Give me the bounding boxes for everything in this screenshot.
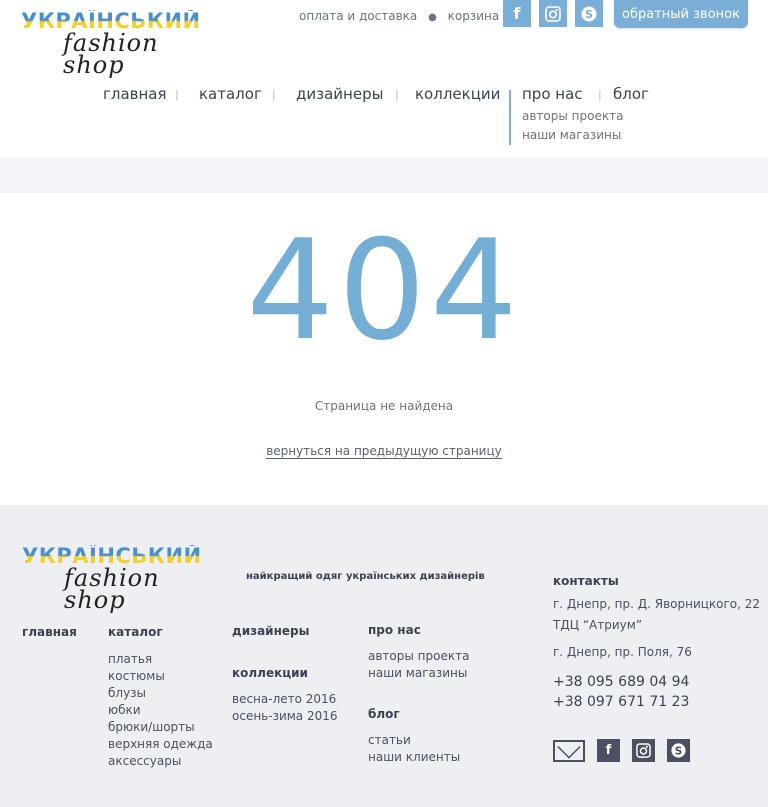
instagram-icon[interactable] [539, 0, 567, 27]
footer-link[interactable]: наши клиенты [368, 749, 469, 766]
facebook-icon[interactable]: f [503, 0, 531, 27]
contacts-heading: контакты [553, 574, 619, 588]
submenu-item-stores[interactable]: наши магазины [522, 126, 623, 145]
footer-link[interactable]: наши магазины [368, 665, 469, 682]
footer-link[interactable]: юбки [108, 702, 213, 719]
nav-separator: | [175, 88, 179, 101]
site-logo[interactable]: УКРАЇНСЬКИЙ fashion shop [21, 10, 221, 77]
skype-icon[interactable]: S [667, 739, 690, 762]
nav-item-home[interactable]: главная [103, 85, 167, 103]
footer-contacts: контакты г. Днепр, пр. Д. Яворницкого, 2… [553, 571, 760, 712]
error-section: 404 Страница не найдена вернуться на пре… [0, 193, 768, 505]
footer-tagline: найкращий одяг українських дизайнерів [246, 571, 485, 582]
footer-heading-designers[interactable]: дизайнеры [232, 623, 338, 640]
contact-address: г. Днепр, пр. Поля, 76 [553, 645, 692, 659]
footer-logo[interactable]: УКРАЇНСЬКИЙ fashion shop [22, 545, 222, 612]
footer-link[interactable]: аксессуары [108, 753, 213, 770]
error-message: Страница не найдена [314, 399, 454, 413]
nav-item-designers[interactable]: дизайнеры [296, 85, 383, 103]
nav-item-about[interactable]: про нас [522, 85, 623, 103]
logo-bottom-text: fashion shop [64, 564, 160, 614]
contact-address: г. Днепр, пр. Д. Яворницкого, 22 [553, 597, 761, 611]
nav-item-catalog[interactable]: каталог [199, 85, 262, 103]
svg-text:S: S [675, 745, 682, 757]
header: УКРАЇНСЬКИЙ fashion shop оплата и достав… [0, 0, 768, 158]
footer-col-catalog: каталог платья костюмы блузы юбки брюки/… [108, 624, 213, 770]
logo-bottom-text: fashion shop [63, 29, 159, 79]
submenu-item-authors[interactable]: авторы проекта [522, 107, 623, 126]
header-social: f S [503, 0, 603, 27]
skype-icon[interactable]: S [575, 0, 603, 27]
instagram-icon[interactable] [632, 739, 655, 762]
shipping-link[interactable]: оплата и доставка [299, 9, 417, 23]
footer-link[interactable]: осень-зима 2016 [232, 708, 338, 725]
contact-phone[interactable]: +38 095 689 04 94 [553, 672, 760, 692]
main-nav: главная | каталог | дизайнеры | коллекци… [0, 85, 768, 105]
top-links: оплата и доставка ● корзина (0) [299, 9, 520, 23]
nav-separator: | [272, 88, 276, 101]
back-link-wrap: вернуться на предыдущую страницу [0, 444, 768, 459]
footer-heading-about[interactable]: про нас [368, 622, 469, 639]
nav-separator: | [395, 88, 399, 101]
footer-link[interactable]: верхняя одежда [108, 736, 213, 753]
facebook-icon[interactable]: f [597, 739, 620, 762]
footer-heading-collections[interactable]: коллекции [232, 665, 338, 682]
footer-col-designers: дизайнеры коллекции весна-лето 2016 осен… [232, 623, 338, 725]
footer-social: f S [553, 739, 690, 762]
footer-heading-catalog[interactable]: каталог [108, 624, 213, 641]
footer-heading-blog[interactable]: блог [368, 706, 469, 723]
footer-link[interactable]: брюки/шорты [108, 719, 213, 736]
about-submenu: про нас авторы проекта наши магазины [509, 85, 623, 145]
footer-col-about: про нас авторы проекта наши магазины бло… [368, 622, 469, 766]
contact-address: ТДЦ “Атриум” [553, 618, 643, 632]
footer-col-home: главная [22, 624, 77, 647]
footer-link[interactable]: костюмы [108, 668, 213, 685]
svg-text:S: S [585, 8, 593, 21]
footer-link[interactable]: авторы проекта [368, 648, 469, 665]
back-link[interactable]: вернуться на предыдущую страницу [266, 444, 502, 459]
footer-link[interactable]: статьи [368, 732, 469, 749]
footer-link[interactable]: весна-лето 2016 [232, 691, 338, 708]
contact-phone[interactable]: +38 097 671 71 23 [553, 692, 760, 712]
footer-link-home[interactable]: главная [22, 624, 77, 641]
error-code: 404 [246, 210, 522, 371]
nav-item-collections[interactable]: коллекции [415, 85, 500, 103]
separator-dot: ● [428, 12, 437, 23]
mail-icon[interactable] [553, 739, 585, 762]
footer: УКРАЇНСЬКИЙ fashion shop найкращий одяг … [0, 505, 768, 807]
footer-link[interactable]: платья [108, 651, 213, 668]
callback-button[interactable]: обратный звонок [614, 0, 748, 28]
footer-link[interactable]: блузы [108, 685, 213, 702]
header-divider-band [0, 158, 768, 193]
